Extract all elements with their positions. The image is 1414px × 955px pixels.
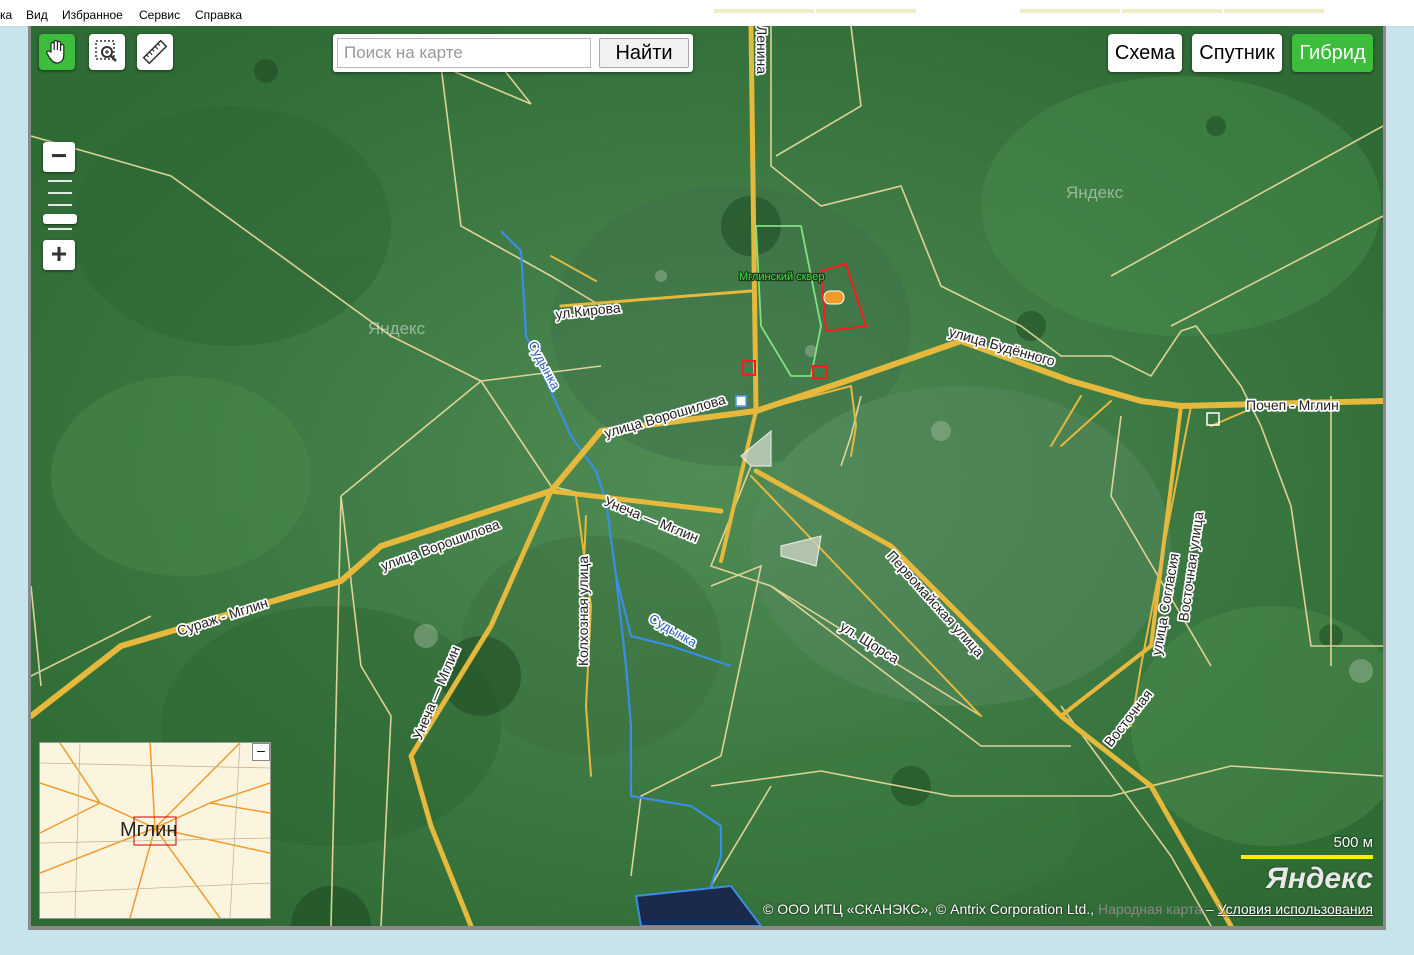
tab[interactable] <box>1020 9 1120 13</box>
map-search: Найти <box>333 34 693 72</box>
label-pochep-mglin: Почеп - Мглин <box>1246 397 1339 413</box>
minimap-collapse-button[interactable]: – <box>252 743 270 761</box>
zoom-tick[interactable] <box>48 228 72 230</box>
tab[interactable] <box>714 9 814 13</box>
hand-icon <box>46 39 65 64</box>
layer-hybrid-button[interactable]: Гибрид <box>1292 34 1373 72</box>
menu-item-help[interactable]: Справка <box>195 8 242 22</box>
layer-scheme-button[interactable]: Схема <box>1108 34 1182 72</box>
tab-strip <box>714 0 1414 13</box>
scale-line <box>1241 855 1373 859</box>
label-skver: Мглинский сквер <box>739 271 825 283</box>
tab[interactable] <box>816 9 916 13</box>
copyright: © ООО ИТЦ «СКАНЭКС», © Antrix Corporatio… <box>763 901 1373 917</box>
copyright-text: © ООО ИТЦ «СКАНЭКС», © Antrix Corporatio… <box>763 901 1095 917</box>
ruler-icon <box>142 39 168 65</box>
tab[interactable] <box>1224 9 1324 13</box>
map-frame: Ленина ул.Кирова Судынка улица Ворошилов… <box>28 26 1386 930</box>
watermark: Яндекс <box>1066 183 1124 202</box>
scale-bar: 500 м <box>1241 834 1373 859</box>
scale-label: 500 м <box>1333 834 1373 851</box>
tab[interactable] <box>1122 9 1222 13</box>
menu-item-tools[interactable]: Сервис <box>139 8 180 22</box>
magnifier-zoom-icon <box>95 40 117 62</box>
zoom-tick[interactable] <box>48 192 72 194</box>
yandex-logo[interactable]: Яндекс <box>1266 862 1373 896</box>
copyright-dash: – <box>1205 901 1214 917</box>
terms-link[interactable]: Условия использования <box>1218 901 1373 917</box>
zoom-in-button[interactable]: + <box>43 240 75 270</box>
label-lenina: Ленина <box>754 26 770 74</box>
zoom-area-tool-button[interactable] <box>89 34 125 70</box>
menu-item-favorites[interactable]: Избранное <box>62 8 123 22</box>
zoom-control: − + <box>43 138 77 278</box>
minimap-label: Мглин <box>120 819 178 841</box>
menu-item-file[interactable]: ка <box>0 8 12 22</box>
zoom-slider-thumb[interactable] <box>43 214 77 224</box>
zoom-tick[interactable] <box>48 204 72 206</box>
ruler-tool-button[interactable] <box>137 34 173 70</box>
zoom-tick[interactable] <box>48 180 72 182</box>
tab-active[interactable] <box>918 9 1018 13</box>
search-button[interactable]: Найти <box>599 38 689 68</box>
label-kolkhoznaya: Колхозная улица <box>575 556 591 666</box>
hand-tool-button[interactable] <box>39 34 75 70</box>
search-input[interactable] <box>337 38 591 68</box>
menu-item-view[interactable]: Вид <box>26 8 48 22</box>
narodnaya-link[interactable]: Народная карта <box>1098 901 1202 917</box>
menu-bar: ка Вид Избранное Сервис Справка <box>0 0 1414 27</box>
layer-satellite-button[interactable]: Спутник <box>1192 34 1282 72</box>
minimap[interactable]: Мглин – <box>39 742 271 919</box>
watermark: Яндекс <box>368 319 426 338</box>
zoom-out-button[interactable]: − <box>43 142 75 172</box>
map-viewport[interactable]: Ленина ул.Кирова Судынка улица Ворошилов… <box>31 26 1383 926</box>
